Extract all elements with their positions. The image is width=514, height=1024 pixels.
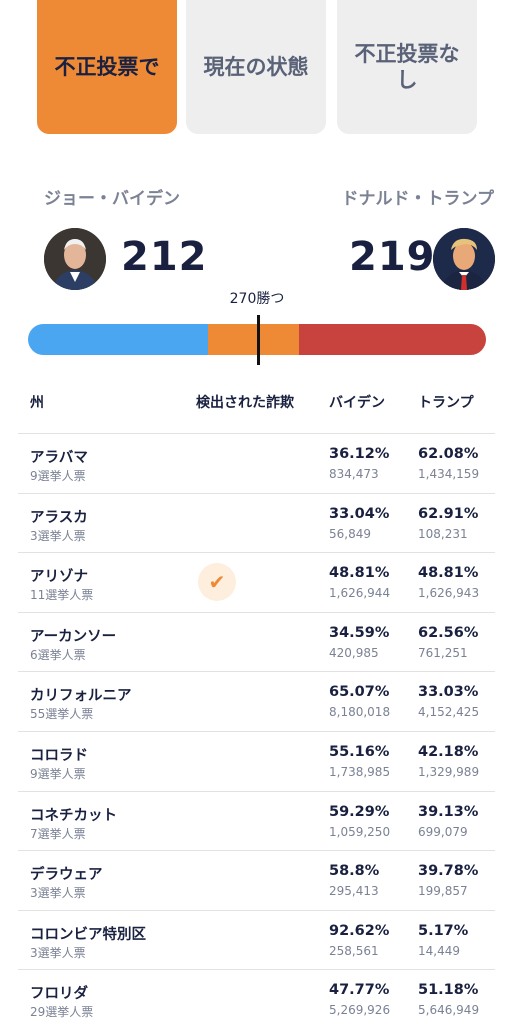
state-name: コネチカット (30, 807, 117, 824)
trump-percent: 51.18% (418, 982, 479, 999)
biden-votes: 1,738,985 (329, 764, 391, 779)
electoral-votes: 11選挙人票 (30, 588, 94, 603)
win-threshold-marker (257, 315, 260, 365)
undecided-segment (208, 324, 299, 355)
trump-votes: 5,646,949 (418, 1003, 480, 1018)
table-row[interactable]: デラウェア 3選挙人票 58.8% 295,413 39.78% 199,857 (18, 850, 495, 910)
table-row[interactable]: アーカンソー 6選挙人票 34.59% 420,985 62.56% 761,2… (18, 611, 495, 672)
trump-percent: 62.91% (418, 505, 479, 522)
trump-percent: 5.17% (418, 922, 469, 939)
trump-percent: 39.78% (418, 863, 479, 880)
trump-votes: 1,329,989 (418, 764, 480, 779)
biden-percent: 48.81% (329, 565, 390, 582)
biden-percent: 47.77% (329, 982, 390, 999)
trump-percent: 48.81% (418, 565, 479, 582)
biden-votes: 1,059,250 (329, 824, 391, 839)
table-row[interactable]: アラバマ 9選挙人票 36.12% 834,473 62.08% 1,434,1… (18, 433, 495, 493)
trump-segment (299, 324, 486, 355)
trump-votes: 699,079 (418, 824, 468, 839)
state-name: フロリダ (30, 986, 88, 1003)
biden-votes: 420,985 (329, 645, 379, 660)
biden-percent: 55.16% (329, 743, 390, 760)
state-name: アラスカ (30, 509, 88, 526)
trump-avatar (433, 228, 495, 290)
biden-percent: 34.59% (329, 624, 390, 641)
electoral-votes: 9選挙人票 (30, 469, 86, 483)
table-row[interactable]: コロラド 9選挙人票 55.16% 1,738,985 42.18% 1,329… (18, 730, 495, 791)
table-row[interactable]: フロリダ 29選挙人票 47.77% 5,269,926 51.18% 5,64… (18, 969, 495, 1024)
state-name: デラウェア (30, 867, 103, 884)
trump-percent: 62.08% (418, 446, 479, 462)
win-threshold-label: 270勝つ (229, 291, 285, 307)
state-name: アリゾナ (30, 569, 88, 586)
biden-percent: 58.8% (329, 863, 380, 880)
biden-electoral-votes: 212 (121, 234, 208, 280)
trump-votes: 761,251 (418, 645, 468, 660)
biden-percent: 36.12% (329, 446, 390, 462)
trump-name: ドナルド・トランプ (341, 189, 495, 209)
header-state: 州 (30, 395, 44, 411)
electoral-votes: 3選挙人票 (30, 886, 86, 901)
biden-votes: 258,561 (329, 943, 379, 958)
tab-with-fraud[interactable]: 不正投票で (37, 0, 177, 134)
tab-without-fraud[interactable]: 不正投票なし (337, 0, 477, 134)
electoral-votes: 6選挙人票 (30, 647, 86, 662)
electoral-votes: 9選挙人票 (30, 766, 86, 781)
trump-votes: 199,857 (418, 884, 468, 899)
table-row[interactable]: アラスカ 3選挙人票 33.04% 56,849 62.91% 108,231 (18, 492, 495, 553)
biden-percent: 59.29% (329, 803, 390, 820)
trump-electoral-votes: 219 (349, 234, 436, 280)
tab-current-state[interactable]: 現在の状態 (186, 0, 326, 134)
trump-percent: 33.03% (418, 684, 479, 701)
biden-percent: 33.04% (329, 505, 390, 522)
header-fraud: 検出された詐欺 (196, 395, 294, 411)
table-row[interactable]: アリゾナ 11選挙人票 ✔ 48.81% 1,626,944 48.81% 1,… (18, 552, 495, 612)
scenario-tabs: 不正投票で 現在の状態 不正投票なし (37, 0, 477, 134)
trump-percent: 62.56% (418, 624, 479, 641)
electoral-votes: 55選挙人票 (30, 707, 94, 722)
table-header: 州 検出された詐欺 バイデン トランプ (0, 392, 514, 412)
biden-segment (28, 324, 208, 355)
electoral-votes: 29選挙人票 (30, 1005, 94, 1020)
state-table: アラバマ 9選挙人票 36.12% 834,473 62.08% 1,434,1… (18, 433, 495, 1024)
trump-votes: 14,449 (418, 943, 460, 958)
biden-votes: 8,180,018 (329, 705, 391, 720)
biden-avatar (44, 228, 106, 290)
state-name: カリフォルニア (30, 688, 132, 705)
trump-percent: 39.13% (418, 803, 479, 820)
biden-percent: 65.07% (329, 684, 390, 701)
electoral-votes: 3選挙人票 (30, 945, 86, 960)
state-name: アラバマ (30, 450, 88, 466)
biden-name: ジョー・バイデン (44, 189, 180, 209)
electoral-votes: 7選挙人票 (30, 826, 86, 841)
header-biden: バイデン (329, 395, 385, 411)
state-name: コロンビア特別区 (30, 926, 146, 943)
biden-votes: 295,413 (329, 884, 379, 899)
trump-votes: 1,626,943 (418, 586, 480, 601)
header-trump: トランプ (418, 395, 474, 411)
trump-votes: 108,231 (418, 526, 468, 541)
state-name: アーカンソー (30, 628, 117, 645)
trump-votes: 1,434,159 (418, 467, 480, 481)
trump-percent: 42.18% (418, 743, 479, 760)
table-row[interactable]: コネチカット 7選挙人票 59.29% 1,059,250 39.13% 699… (18, 790, 495, 851)
table-row[interactable]: カリフォルニア 55選挙人票 65.07% 8,180,018 33.03% 4… (18, 671, 495, 731)
biden-votes: 5,269,926 (329, 1003, 391, 1018)
biden-votes: 834,473 (329, 467, 379, 481)
trump-votes: 4,152,425 (418, 705, 480, 720)
table-row[interactable]: コロンビア特別区 3選挙人票 92.62% 258,561 5.17% 14,4… (18, 909, 495, 970)
biden-percent: 92.62% (329, 922, 390, 939)
check-icon: ✔ (198, 563, 236, 602)
state-name: コロラド (30, 747, 88, 764)
biden-votes: 56,849 (329, 526, 371, 541)
electoral-votes: 3選挙人票 (30, 528, 86, 543)
biden-votes: 1,626,944 (329, 586, 391, 601)
